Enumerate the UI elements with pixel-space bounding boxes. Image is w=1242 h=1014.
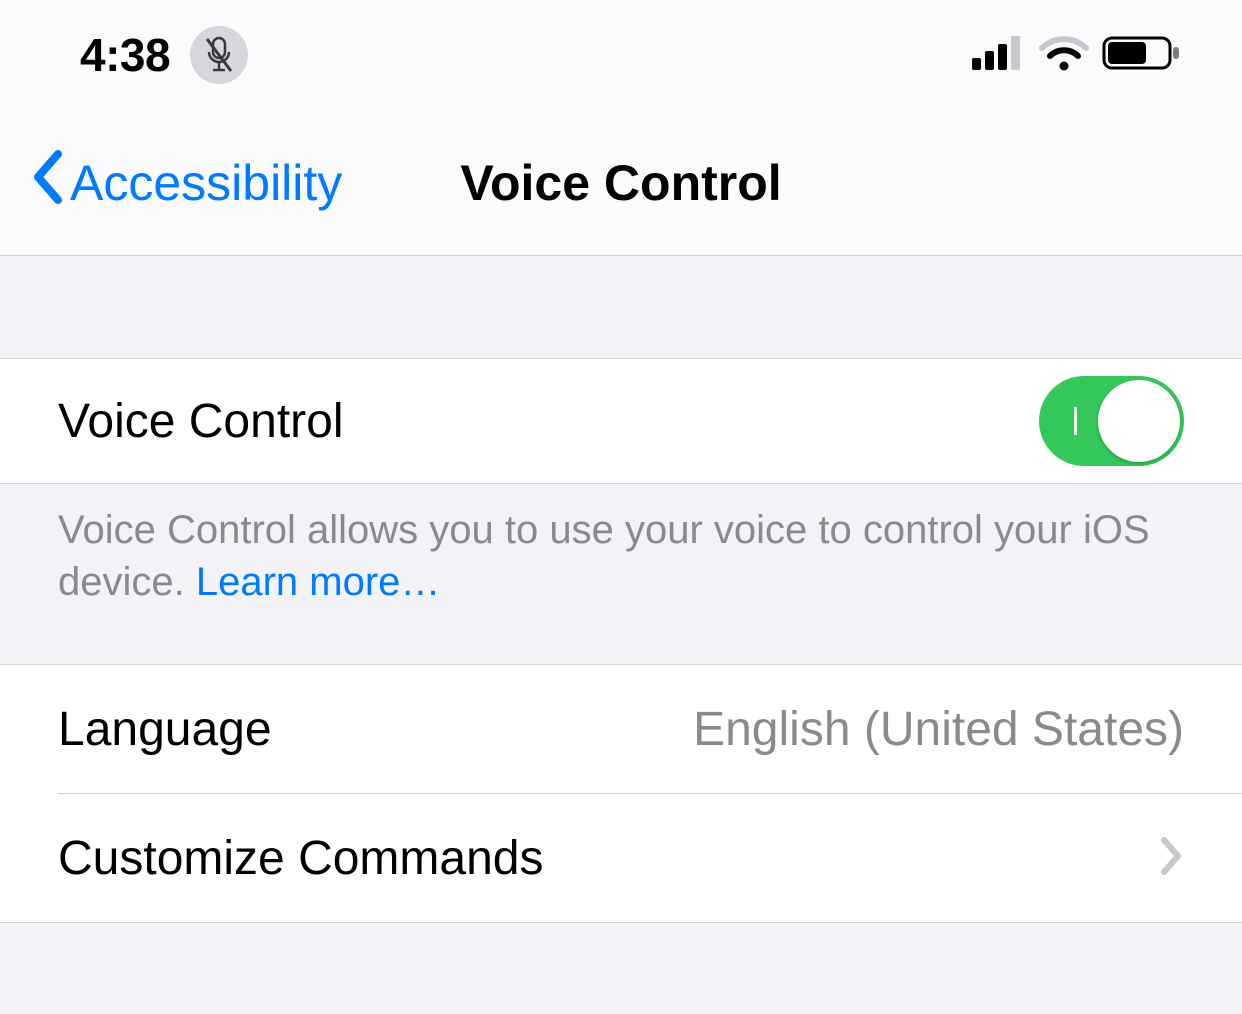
chevron-left-icon <box>30 148 64 218</box>
status-left: 4:38 <box>80 26 248 84</box>
cellular-signal-icon <box>972 36 1026 75</box>
mic-muted-icon <box>190 26 248 84</box>
page-title: Voice Control <box>460 154 781 212</box>
voice-control-row: Voice Control <box>0 358 1242 484</box>
back-label: Accessibility <box>70 154 342 212</box>
battery-icon <box>1102 34 1182 77</box>
language-label: Language <box>58 702 272 757</box>
language-value: English (United States) <box>693 702 1184 757</box>
status-bar: 4:38 <box>0 0 1242 110</box>
customize-commands-row[interactable]: Customize Commands <box>0 794 1242 922</box>
group-spacer <box>0 608 1242 664</box>
language-row[interactable]: Language English (United States) <box>0 665 1242 793</box>
voice-control-label: Voice Control <box>58 394 344 449</box>
group-spacer <box>0 256 1242 358</box>
language-value-container: English (United States) <box>693 702 1184 757</box>
back-button[interactable]: Accessibility <box>30 148 342 218</box>
customize-commands-label: Customize Commands <box>58 831 543 886</box>
chevron-right-icon <box>1160 836 1184 881</box>
status-right <box>972 34 1182 77</box>
bottom-spacer <box>0 922 1242 1002</box>
wifi-icon <box>1038 34 1090 77</box>
voice-control-toggle[interactable] <box>1039 376 1184 466</box>
toggle-knob <box>1098 380 1180 462</box>
learn-more-link[interactable]: Learn more… <box>196 560 441 604</box>
settings-group: Language English (United States) Customi… <box>0 664 1242 922</box>
nav-bar: Accessibility Voice Control <box>0 110 1242 256</box>
toggle-on-indicator <box>1074 407 1077 435</box>
voice-control-footer: Voice Control allows you to use your voi… <box>0 484 1242 608</box>
status-time: 4:38 <box>80 28 170 82</box>
